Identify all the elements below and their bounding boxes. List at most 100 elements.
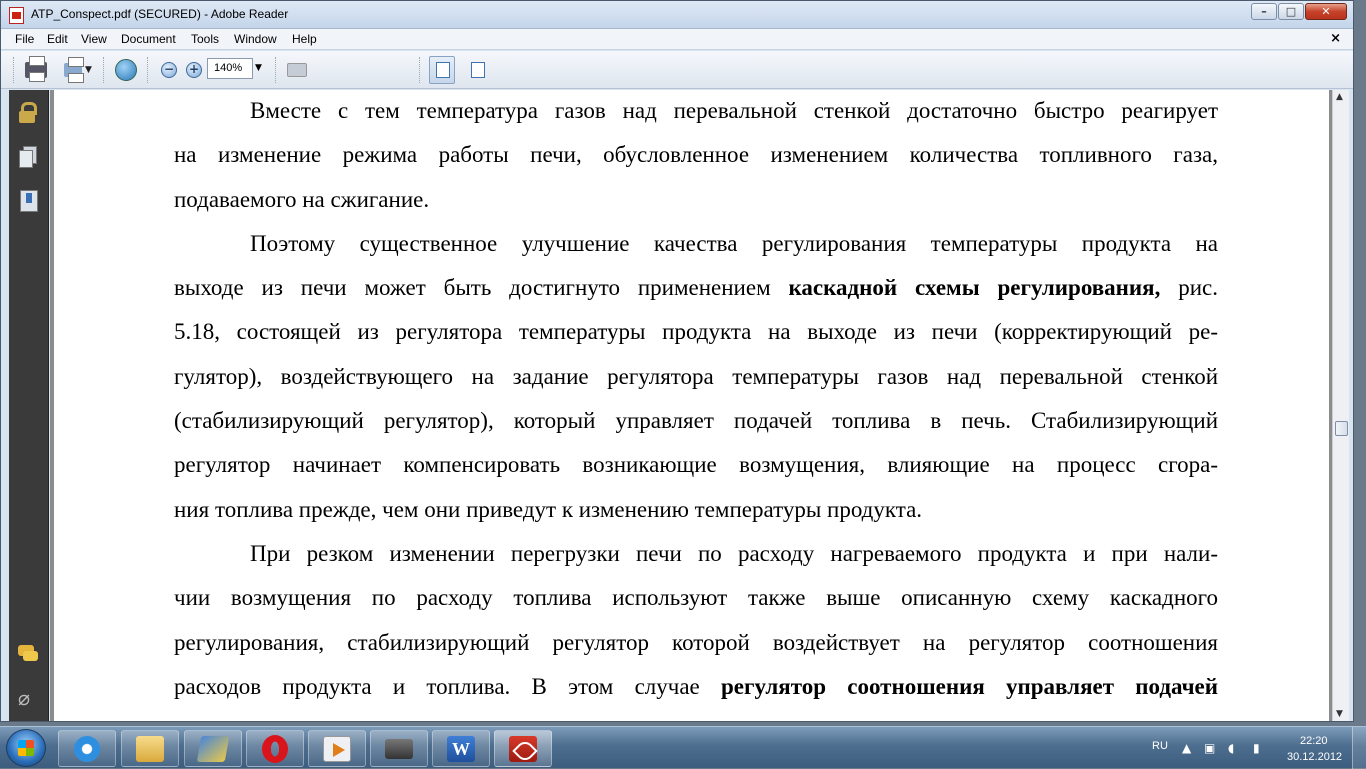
fit-width-icon <box>429 56 455 84</box>
text-line: ния топлива прежде, чем они приведут к и… <box>174 488 1218 532</box>
vertical-scrollbar[interactable]: ▲ ▼ <box>1332 90 1349 721</box>
pdf-app-icon <box>9 7 24 24</box>
text-line: При резком изменении перегрузки печи по … <box>174 532 1218 576</box>
close-document-button[interactable]: × <box>1330 31 1341 46</box>
zoom-in-button[interactable]: + <box>184 58 204 82</box>
menu-edit[interactable]: Edit <box>47 32 68 46</box>
zoom-out-icon: − <box>161 62 177 78</box>
collaborate-button[interactable]: ▼ <box>58 57 98 83</box>
share-button[interactable] <box>112 58 140 82</box>
comments-icon[interactable] <box>18 643 38 665</box>
opera-icon <box>262 734 288 763</box>
zoom-out-button[interactable]: − <box>159 58 179 82</box>
text: гулятор), воздействующего на задание рег… <box>174 363 1218 389</box>
share-globe-icon <box>115 59 137 81</box>
zoom-dropdown-icon[interactable]: ▼ <box>255 63 262 73</box>
text: При резком изменении перегрузки печи по … <box>250 540 1218 566</box>
text-line: на изменение режима работы печи, обуслов… <box>174 133 1218 177</box>
menu-help[interactable]: Help <box>292 32 317 46</box>
network-icon[interactable]: ▣ <box>1204 741 1215 755</box>
scanner-icon <box>385 738 413 759</box>
maximize-button[interactable]: □ <box>1278 3 1304 20</box>
navigation-panel: ⌀ <box>9 90 49 721</box>
window-title: ATP_Conspect.pdf (SECURED) - Adobe Reade… <box>31 7 289 21</box>
collaborate-icon <box>64 57 85 83</box>
menu-document[interactable]: Document <box>121 32 176 46</box>
pdf-page: Вместе с тем температура газов над перев… <box>54 90 1329 721</box>
bookmarks-icon[interactable] <box>18 190 38 212</box>
lock-icon[interactable] <box>18 102 38 124</box>
text: регулятор начинает компенсировать возник… <box>174 452 1218 478</box>
menu-view[interactable]: View <box>81 32 107 46</box>
show-desktop-button[interactable] <box>1352 727 1366 769</box>
start-button[interactable] <box>6 729 46 767</box>
media-player-icon <box>323 735 351 762</box>
menu-file[interactable]: File <box>15 32 34 46</box>
attachments-icon[interactable]: ⌀ <box>18 686 38 710</box>
taskbar-app[interactable] <box>308 730 366 767</box>
page-text: Вместе с тем температура газов над перев… <box>174 90 1218 721</box>
text: чии возмущения по расходу топлива исполь… <box>174 585 1218 611</box>
text-line: расходов продукта и топлива. В этом случ… <box>174 665 1218 709</box>
fit-page-button[interactable] <box>463 56 491 84</box>
text-line: выходе из печи может быть достигнуто при… <box>174 266 1218 310</box>
scroll-up-icon[interactable]: ▲ <box>1336 92 1343 102</box>
scrollbar-thumb[interactable] <box>1335 421 1348 436</box>
minimize-button[interactable]: – <box>1251 3 1277 20</box>
title-bar[interactable]: ATP_Conspect.pdf (SECURED) - Adobe Reade… <box>1 1 1353 29</box>
taskbar-app[interactable]: W <box>432 730 490 767</box>
bold-text: топлива в печь <box>174 718 332 721</box>
snapshot-icon <box>287 63 307 77</box>
clock-date[interactable]: 30.12.2012 <box>1287 751 1342 763</box>
toolbar-separator <box>147 57 149 83</box>
snapshot-button[interactable] <box>285 58 309 82</box>
toolbar-grip <box>13 57 15 83</box>
text: регулирования, стабилизирующий регулятор… <box>174 629 1218 655</box>
zoom-in-icon: + <box>186 62 202 78</box>
fit-width-button[interactable] <box>428 56 456 84</box>
text-line: (стабилизирующий регулятор), который упр… <box>174 399 1218 443</box>
battery-icon[interactable]: ▮ <box>1253 741 1260 755</box>
taskbar-app[interactable] <box>370 730 428 767</box>
text: подаваемого на сжигание. <box>174 186 430 212</box>
taskbar-app[interactable] <box>58 730 116 767</box>
close-button[interactable]: ✕ <box>1305 3 1347 20</box>
toolbar-separator <box>419 57 421 83</box>
taskbar-app-active[interactable] <box>494 730 552 767</box>
text-line: Вместе с тем температура газов над перев… <box>174 90 1218 133</box>
menu-window[interactable]: Window <box>234 32 277 46</box>
taskbar-app[interactable] <box>184 730 242 767</box>
text: Вместе с тем температура газов над перев… <box>250 98 1218 123</box>
taskbar-app[interactable] <box>121 730 179 767</box>
bold-text: каскадной схемы регулирования, <box>788 275 1161 301</box>
menu-tools[interactable]: Tools <box>191 32 219 46</box>
scroll-down-icon[interactable]: ▼ <box>1336 709 1343 719</box>
text-line: топлива в печь, рис. 5.19. <box>174 709 1218 721</box>
folder-icon <box>136 735 164 762</box>
maximize-icon: □ <box>1285 5 1297 18</box>
text: (стабилизирующий регулятор), который упр… <box>174 408 1218 434</box>
toolbar-separator <box>103 57 105 83</box>
text: выходе из печи может быть достигнуто при… <box>174 275 789 301</box>
document-view[interactable]: Вместе с тем температура газов над перев… <box>50 90 1332 721</box>
taskbar-app[interactable] <box>246 730 304 767</box>
show-hidden-icons[interactable]: ▲ <box>1182 741 1191 755</box>
text: на изменение режима работы печи, обуслов… <box>174 142 1218 168</box>
internet-explorer-icon <box>74 735 100 762</box>
volume-icon[interactable]: ◖ <box>1228 741 1234 755</box>
language-indicator[interactable]: RU <box>1152 740 1168 752</box>
print-button[interactable] <box>23 56 49 82</box>
text: рис. <box>1160 275 1218 301</box>
toolbar-separator <box>275 57 277 83</box>
text: расходов продукта и топлива. В этом случ… <box>174 673 721 699</box>
paint-icon <box>196 735 230 762</box>
word-icon: W <box>447 735 475 762</box>
pages-icon[interactable] <box>18 146 38 168</box>
text-line: регулятор начинает компенсировать возник… <box>174 443 1218 487</box>
clock-time[interactable]: 22:20 <box>1300 735 1328 747</box>
zoom-input[interactable]: 140% <box>207 58 253 79</box>
adobe-reader-icon <box>509 735 537 762</box>
adobe-reader-window: ATP_Conspect.pdf (SECURED) - Adobe Reade… <box>0 0 1354 722</box>
text-line: регулирования, стабилизирующий регулятор… <box>174 621 1218 665</box>
taskbar: W RU ▲ ▣ ◖ ▮ 22:20 30.12.2012 <box>0 726 1366 769</box>
